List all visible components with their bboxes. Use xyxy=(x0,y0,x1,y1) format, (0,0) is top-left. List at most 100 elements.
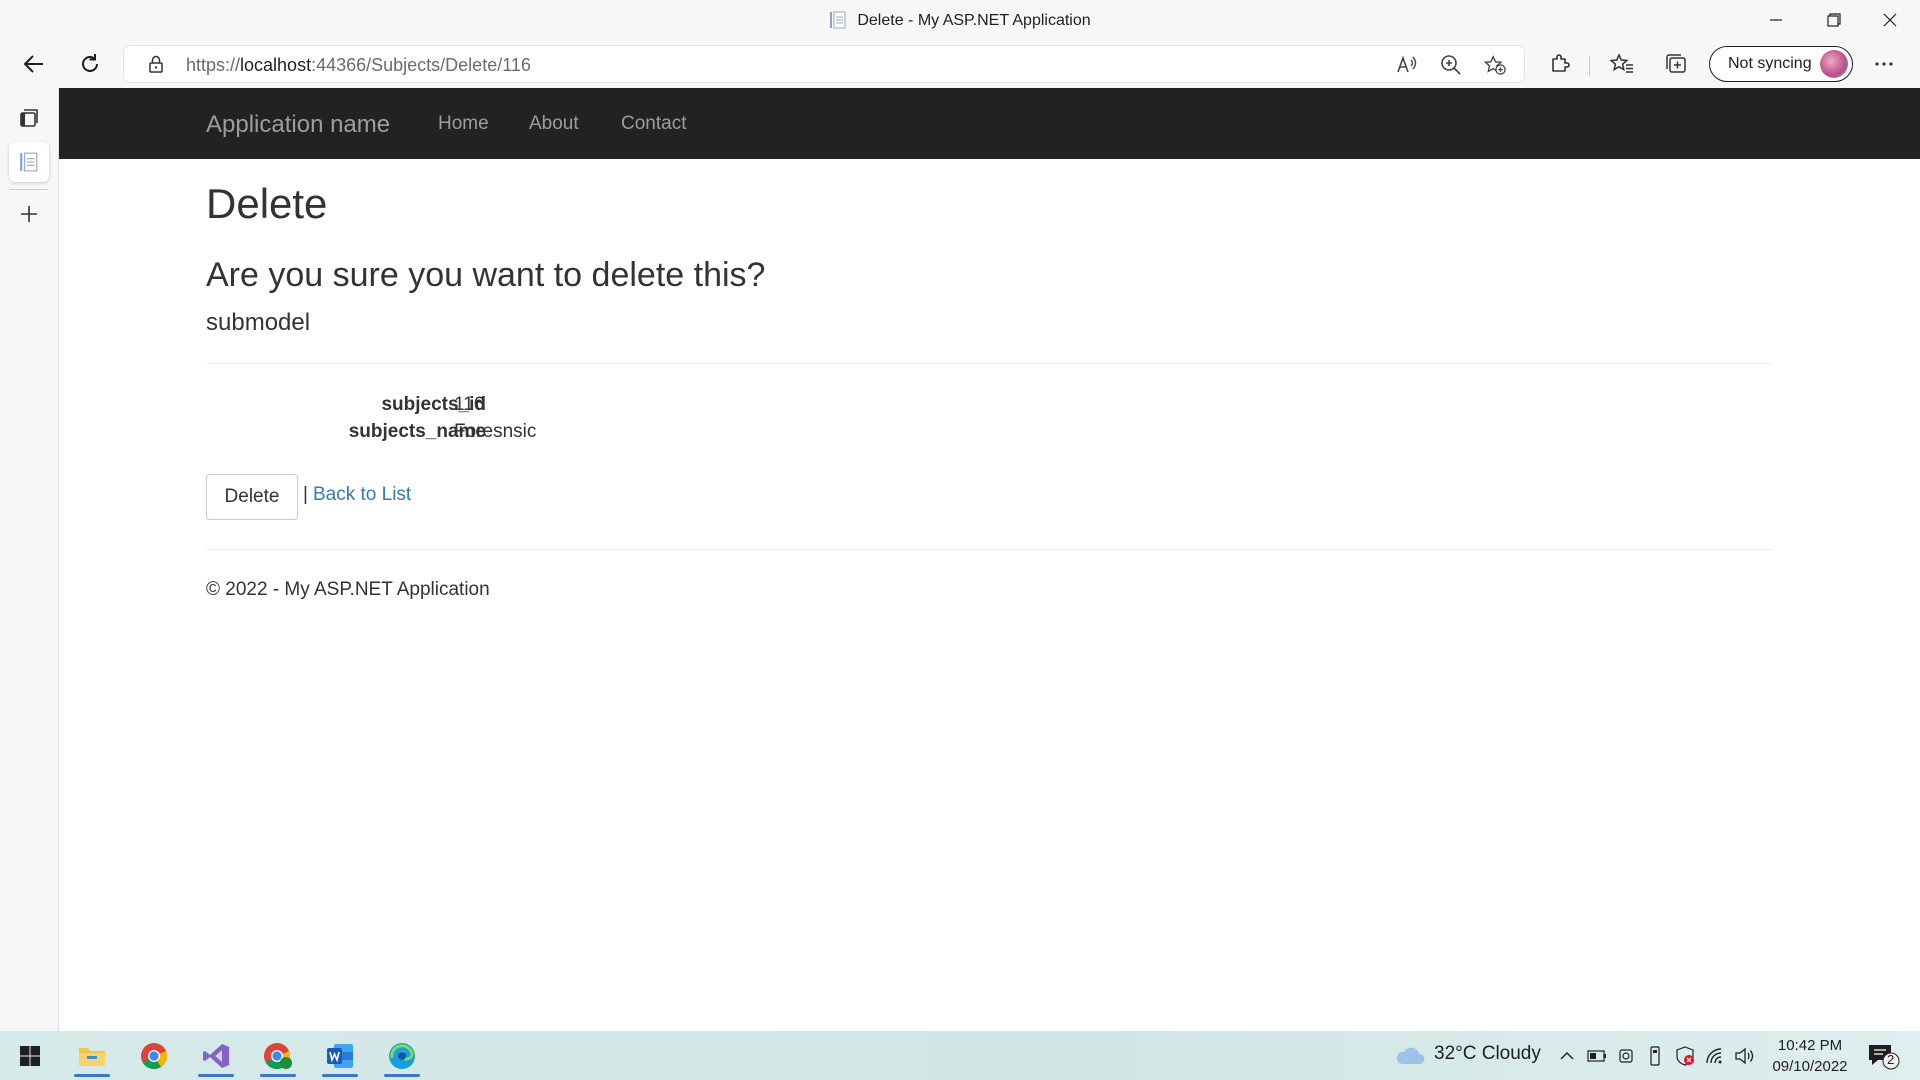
tray-usb[interactable] xyxy=(1644,1045,1666,1067)
nav-about[interactable]: About xyxy=(529,113,579,135)
tab-delete-page[interactable] xyxy=(9,142,49,182)
web-page: Application name Home About Contact Dele… xyxy=(59,88,1920,1031)
nav-contact[interactable]: Contact xyxy=(621,113,686,135)
notification-count: 2 xyxy=(1887,1052,1895,1067)
url-host: localhost xyxy=(240,55,312,75)
clock-time: 10:42 PM xyxy=(1777,1037,1843,1054)
back-arrow-icon xyxy=(23,55,43,73)
folder-icon xyxy=(79,1048,105,1066)
wifi-icon xyxy=(1706,1048,1722,1064)
add-favorite-icon xyxy=(1484,55,1506,75)
brand-link[interactable]: Application name xyxy=(206,111,390,139)
sidebar-divider xyxy=(10,189,48,190)
page-title: Delete xyxy=(206,180,328,227)
back-button[interactable] xyxy=(14,46,54,82)
weather-text[interactable]: 32°C Cloudy xyxy=(1434,1043,1541,1065)
notification-icon xyxy=(1869,1045,1900,1070)
chrome-icon xyxy=(141,1043,168,1070)
clock[interactable]: 10:42 PM 09/10/2022 xyxy=(1762,1035,1858,1077)
more-icon xyxy=(1875,62,1893,66)
page-icon xyxy=(830,11,846,29)
field-value-subjects-name: Foresnsic xyxy=(454,421,537,442)
browser-toolbar: https://localhost:44366/Subjects/Delete/… xyxy=(0,40,1920,88)
extensions-button[interactable] xyxy=(1546,50,1574,78)
tray-battery[interactable] xyxy=(1586,1045,1608,1067)
zoom-icon xyxy=(1441,55,1461,75)
show-hidden-icons-button[interactable] xyxy=(1556,1045,1578,1067)
edge-icon xyxy=(389,1043,415,1069)
refresh-icon xyxy=(82,54,98,72)
nav-home[interactable]: Home xyxy=(438,113,489,135)
footer-text: © 2022 - My ASP.NET Application xyxy=(206,579,490,600)
toolbar-divider xyxy=(1589,56,1590,76)
page-icon xyxy=(20,152,38,172)
window-title: Delete - My ASP.NET Application xyxy=(0,11,1920,30)
cloud-icon xyxy=(1396,1047,1425,1064)
taskbar-chrome-profile[interactable] xyxy=(252,1035,304,1077)
plus-icon xyxy=(21,206,37,222)
read-aloud-icon xyxy=(1397,55,1417,73)
settings-more-button[interactable] xyxy=(1870,50,1898,78)
close-button[interactable] xyxy=(1862,0,1918,40)
url-scheme: https:// xyxy=(186,55,241,75)
taskbar: 32°C Cloudy 10:42 PM 09/10/2022 2 xyxy=(0,1031,1920,1080)
tab-actions-icon xyxy=(20,109,38,127)
separator: | xyxy=(303,484,308,505)
visual-studio-icon xyxy=(203,1044,229,1068)
notification-center-button[interactable]: 2 xyxy=(1866,1041,1900,1071)
start-button[interactable] xyxy=(4,1035,56,1077)
taskbar-file-explorer[interactable] xyxy=(66,1035,118,1077)
footer-divider xyxy=(206,549,1772,550)
confirm-question: Are you sure you want to delete this? xyxy=(206,256,766,294)
tray-wifi[interactable] xyxy=(1704,1045,1726,1067)
add-favorite-button[interactable] xyxy=(1484,54,1506,76)
lock-icon xyxy=(149,55,163,73)
extensions-icon xyxy=(1552,54,1570,72)
title-bar: Delete - My ASP.NET Application xyxy=(0,0,1920,40)
shield-warning-icon xyxy=(1676,1046,1694,1066)
taskbar-visual-studio[interactable] xyxy=(190,1035,242,1077)
windows-icon xyxy=(20,1046,40,1066)
favorites-button[interactable] xyxy=(1608,50,1636,78)
read-aloud-button[interactable] xyxy=(1396,54,1418,76)
tab-actions-button[interactable] xyxy=(9,98,49,138)
restore-icon xyxy=(1827,13,1841,27)
address-bar[interactable]: https://localhost:44366/Subjects/Delete/… xyxy=(124,46,1524,82)
battery-icon xyxy=(1587,1050,1606,1062)
minimize-icon xyxy=(1770,19,1782,21)
camera-icon xyxy=(1619,1049,1633,1063)
chrome-profile-icon xyxy=(264,1043,292,1070)
window-title-text: Delete - My ASP.NET Application xyxy=(857,12,1091,29)
url-path: :44366/Subjects/Delete/116 xyxy=(311,55,531,75)
app-navbar: Application name Home About Contact xyxy=(59,88,1920,159)
taskbar-edge[interactable] xyxy=(376,1035,428,1077)
taskbar-chrome[interactable] xyxy=(128,1035,180,1077)
delete-button[interactable]: Delete xyxy=(206,474,298,520)
avatar xyxy=(1820,50,1848,78)
favorites-icon xyxy=(1610,53,1633,73)
restore-button[interactable] xyxy=(1806,0,1862,40)
tray-volume[interactable] xyxy=(1734,1045,1756,1067)
minimize-button[interactable] xyxy=(1748,0,1804,40)
divider xyxy=(206,363,1772,364)
collections-icon xyxy=(1666,54,1686,73)
clock-date: 09/10/2022 xyxy=(1772,1058,1848,1075)
sync-label: Not syncing xyxy=(1728,55,1812,72)
speaker-icon xyxy=(1735,1047,1754,1065)
usb-icon xyxy=(1650,1046,1660,1066)
collections-button[interactable] xyxy=(1662,50,1690,78)
back-to-list-link[interactable]: Back to List xyxy=(313,484,411,506)
profile-sync-button[interactable]: Not syncing xyxy=(1709,46,1853,82)
close-icon xyxy=(1883,13,1897,27)
url-text: https://localhost:44366/Subjects/Delete/… xyxy=(186,55,531,76)
field-value-subjects-id: 116 xyxy=(454,394,485,415)
model-name: submodel xyxy=(206,309,311,336)
vertical-tabs-sidebar xyxy=(0,88,59,1031)
taskbar-word[interactable] xyxy=(314,1035,366,1077)
word-icon xyxy=(327,1044,353,1068)
refresh-button[interactable] xyxy=(70,46,110,82)
new-tab-button[interactable] xyxy=(9,194,49,234)
zoom-button[interactable] xyxy=(1440,54,1462,76)
tray-security[interactable] xyxy=(1674,1045,1696,1067)
tray-meet-now[interactable] xyxy=(1616,1045,1638,1067)
